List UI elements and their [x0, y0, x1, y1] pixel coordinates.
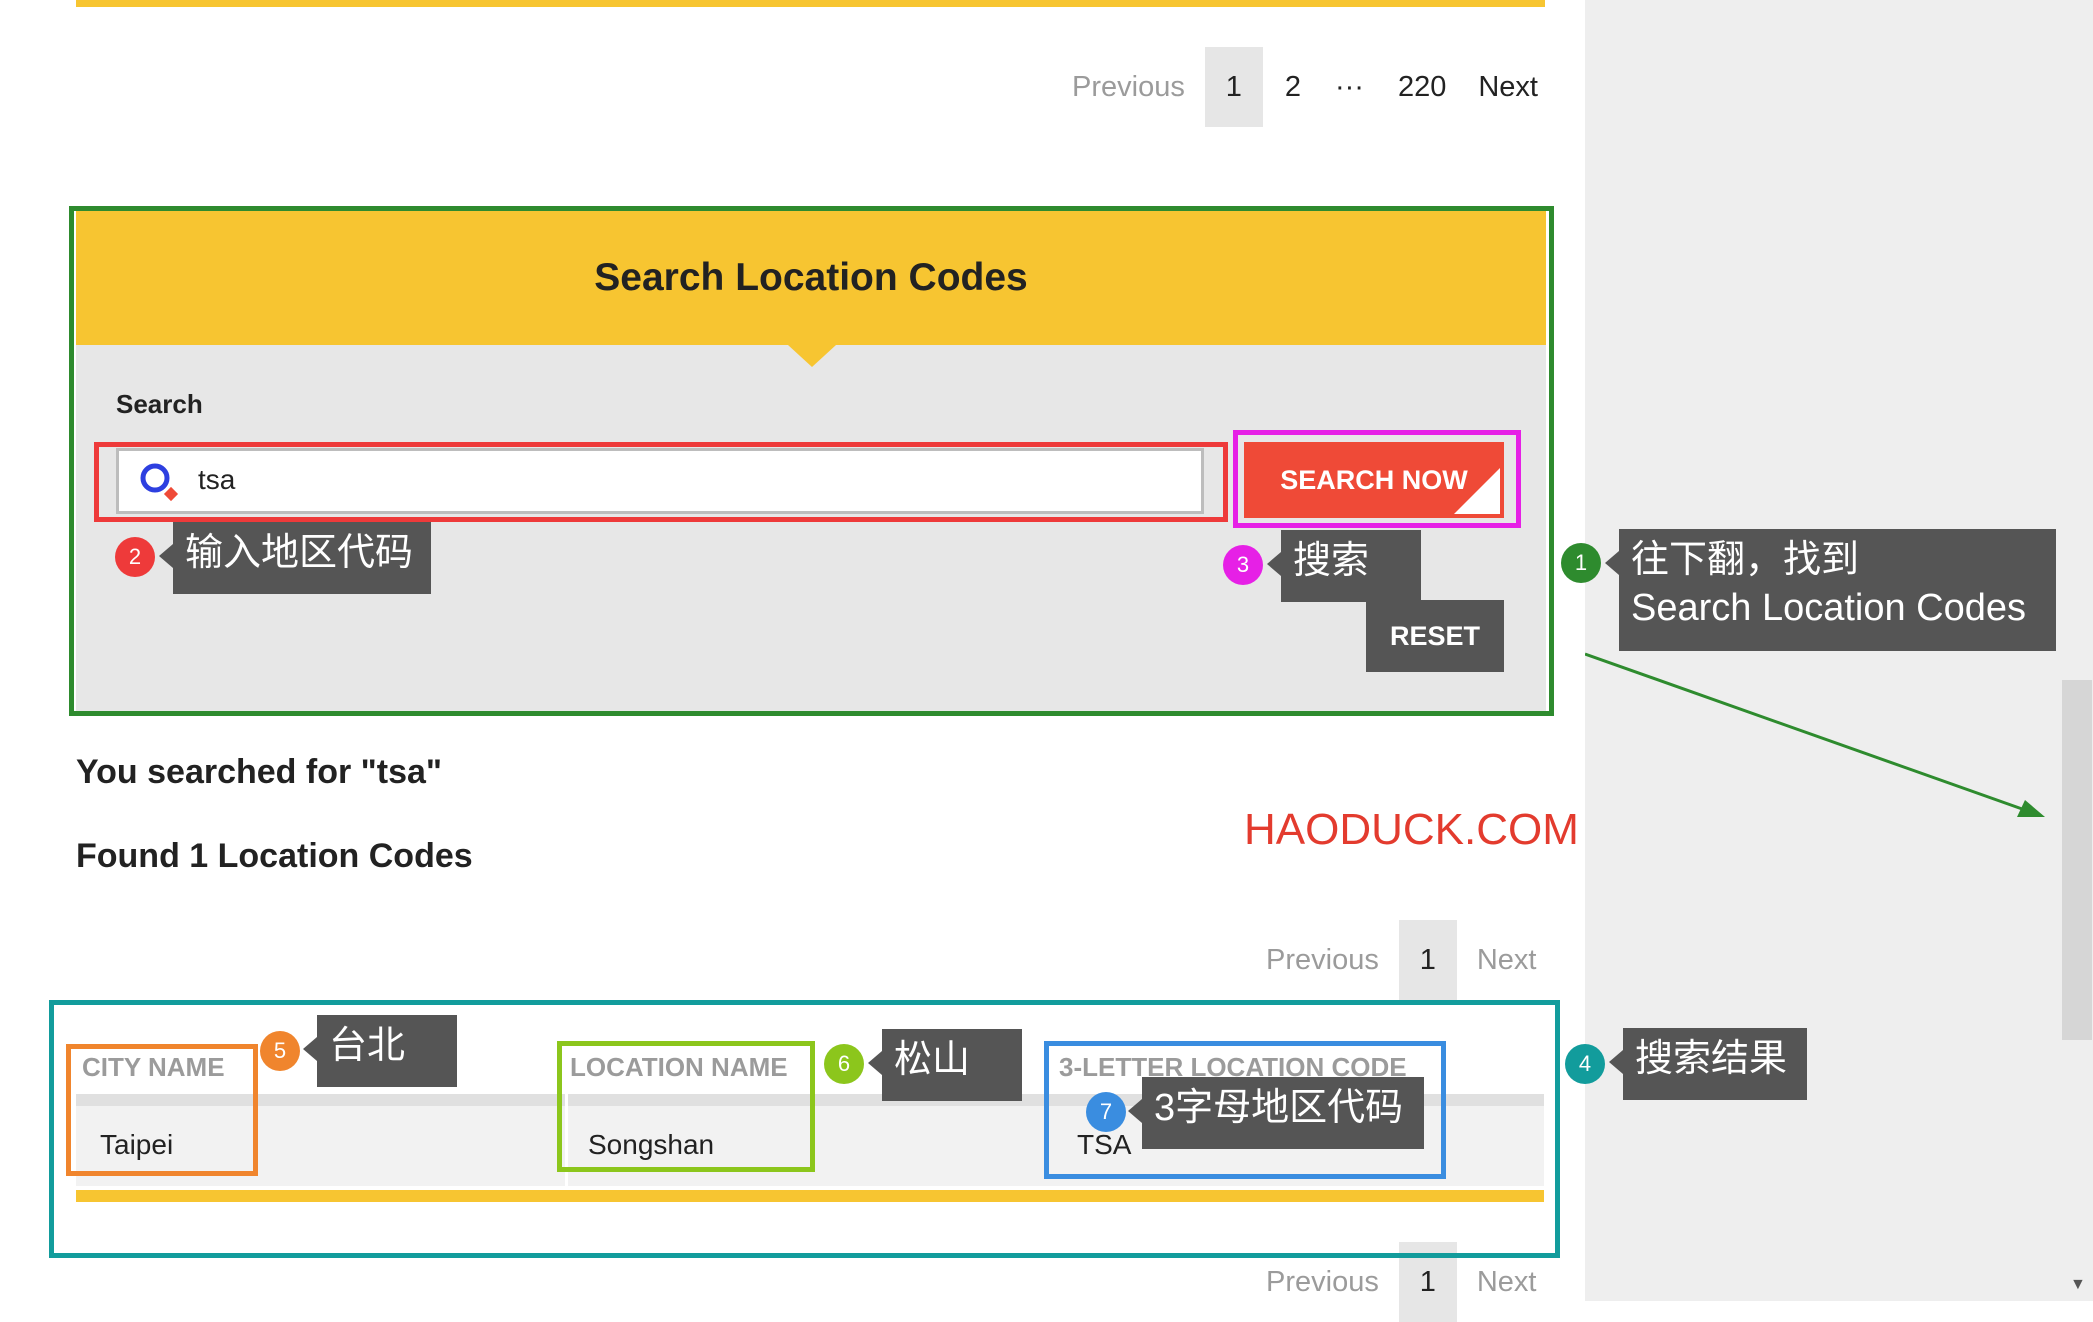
annotation-tip-1: 往下翻，找到 Search Location Codes — [1605, 529, 2056, 651]
results-pagination-page-1[interactable]: 1 — [1398, 920, 1457, 1000]
top-pagination: Previous 1 2 ··· 220 Next — [1060, 47, 1550, 127]
annotation-tip-7: 3字母地区代码 — [1128, 1077, 1424, 1149]
pagination-ellipsis: ··· — [1334, 70, 1364, 103]
annotation-frame-5 — [66, 1044, 258, 1176]
annotation-badge-3: 3 — [1223, 545, 1263, 585]
pagination-next[interactable]: Next — [1466, 47, 1550, 127]
watermark: HAODUCK.COM — [1244, 805, 1579, 854]
annotation-frame-2 — [94, 442, 1228, 522]
top-divider — [76, 0, 1545, 7]
annotation-tip-4: 搜索结果 — [1609, 1028, 1807, 1100]
annotation-arrow-icon — [1585, 652, 2045, 817]
annotation-tip-3: 搜索 — [1267, 530, 1421, 602]
annotation-tip-6: 松山 — [868, 1029, 1022, 1101]
pagination-page-1[interactable]: 1 — [1204, 47, 1263, 127]
pagination-page-2[interactable]: 2 — [1273, 47, 1313, 127]
annotation-tip-1-line2: Search Location Codes — [1631, 586, 2027, 629]
annotation-badge-5: 5 — [260, 1031, 300, 1071]
annotation-badge-6: 6 — [824, 1044, 864, 1084]
pagination-page-220[interactable]: 220 — [1386, 47, 1458, 127]
found-count-text: Found 1 Location Codes — [76, 837, 473, 875]
annotation-badge-4: 4 — [1565, 1044, 1605, 1084]
annotation-tip-2: 输入地区代码 — [159, 522, 431, 594]
results-pagination-previous[interactable]: Previous — [1254, 920, 1391, 1000]
annotation-badge-1: 1 — [1561, 543, 1601, 583]
scrollbar-thumb[interactable] — [2062, 680, 2092, 1040]
annotation-frame-6 — [557, 1041, 815, 1172]
searched-for-text: You searched for "tsa" — [76, 753, 443, 791]
annotation-badge-2: 2 — [115, 537, 155, 577]
annotation-tip-1-line1: 往下翻，找到 — [1631, 539, 1860, 581]
results-pagination-next[interactable]: Next — [1465, 920, 1549, 1000]
scroll-down-arrow-icon[interactable]: ▼ — [2070, 1276, 2086, 1294]
results-pagination: Previous 1 Next — [1254, 920, 1548, 1000]
annotation-frame-3 — [1233, 430, 1521, 528]
annotation-tip-5: 台北 — [303, 1015, 457, 1087]
annotation-badge-7: 7 — [1086, 1092, 1126, 1132]
pagination-previous[interactable]: Previous — [1060, 47, 1197, 127]
